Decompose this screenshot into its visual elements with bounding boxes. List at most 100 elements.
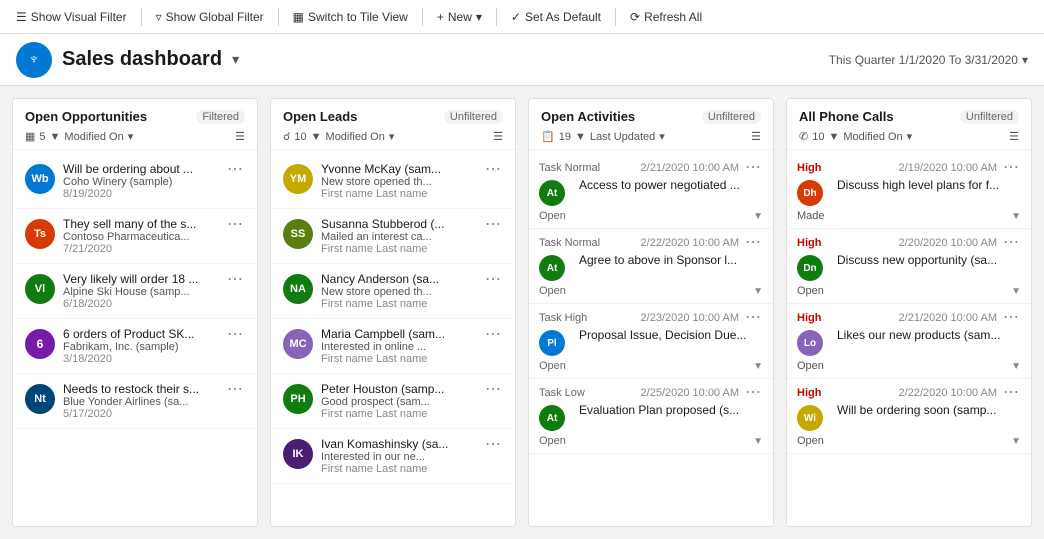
toolbar: ☰ Show Visual Filter ▿ Show Global Filte…: [0, 0, 1044, 34]
opportunity-more-4[interactable]: ⋯: [225, 327, 245, 343]
activities-sort-chevron-icon[interactable]: ▾: [659, 130, 665, 143]
activity-expand-2[interactable]: ▼: [753, 286, 763, 297]
lead-more-2[interactable]: ⋯: [483, 217, 503, 233]
opportunity-more-3[interactable]: ⋯: [225, 272, 245, 288]
lead-subtitle-6: Interested in our ne...: [321, 451, 483, 463]
title-chevron-icon[interactable]: ▾: [232, 51, 239, 68]
phonecalls-options-icon[interactable]: ☰: [1009, 130, 1019, 143]
phonecall-status-4: Open: [797, 435, 824, 447]
leads-count[interactable]: 10: [294, 131, 306, 143]
lead-subtitle-4: Interested in online ...: [321, 341, 483, 353]
new-button[interactable]: + New ▾: [429, 6, 490, 28]
lead-title-1: Yvonne McKay (sam...: [321, 162, 483, 176]
period-chevron-icon[interactable]: ▾: [1022, 53, 1028, 67]
phonecall-expand-3[interactable]: ▼: [1011, 361, 1021, 372]
show-visual-filter-label: Show Visual Filter: [31, 10, 127, 24]
set-as-default-button[interactable]: ✓ Set As Default: [503, 6, 609, 28]
phonecall-more-2[interactable]: ⋯: [1001, 235, 1021, 251]
refresh-all-button[interactable]: ⟳ Refresh All: [622, 6, 710, 28]
opportunities-options-icon[interactable]: ☰: [235, 130, 245, 143]
activities-options-icon[interactable]: ☰: [751, 130, 761, 143]
activity-title-3: Proposal Issue, Decision Due...: [579, 328, 763, 342]
leads-sort-chevron-icon[interactable]: ▾: [389, 130, 395, 143]
show-global-filter-button[interactable]: ▿ Show Global Filter: [148, 6, 272, 28]
lead-more-3[interactable]: ⋯: [483, 272, 503, 288]
opportunities-sort-chevron-icon[interactable]: ▾: [128, 130, 134, 143]
activities-count[interactable]: 19: [559, 131, 571, 143]
avatar-wb: Wb: [25, 164, 55, 194]
phonecall-status-1: Made: [797, 210, 825, 222]
activity-status-1: Open: [539, 210, 566, 222]
activity-item-4[interactable]: Task Low 2/25/2020 10:00 AM ⋯ At Evaluat…: [529, 379, 773, 454]
phonecall-more-1[interactable]: ⋯: [1001, 160, 1021, 176]
leads-options-icon[interactable]: ☰: [493, 130, 503, 143]
global-filter-icon: ▿: [156, 10, 162, 24]
activity-expand-1[interactable]: ▼: [753, 211, 763, 222]
avatar-ik: IK: [283, 439, 313, 469]
opportunity-more-1[interactable]: ⋯: [225, 162, 245, 178]
opportunity-item-1[interactable]: Wb Will be ordering about ... Coho Winer…: [13, 154, 257, 209]
lead-item-5[interactable]: PH Peter Houston (samp... Good prospect …: [271, 374, 515, 429]
switch-tile-view-button[interactable]: ▦ Switch to Tile View: [285, 6, 416, 28]
opportunity-more-2[interactable]: ⋯: [225, 217, 245, 233]
activities-status: Unfiltered: [702, 110, 761, 124]
phonecall-title-4: Will be ordering soon (samp...: [837, 403, 1021, 417]
leads-sort-label[interactable]: Modified On: [326, 131, 385, 143]
phonecall-date-1: 2/19/2020 10:00 AM: [899, 162, 997, 174]
lead-item-4[interactable]: MC Maria Campbell (sam... Interested in …: [271, 319, 515, 374]
phonecall-item-4[interactable]: High 2/22/2020 10:00 AM ⋯ Wi Will be ord…: [787, 379, 1031, 454]
phonecall-expand-4[interactable]: ▼: [1011, 436, 1021, 447]
activity-more-3[interactable]: ⋯: [743, 310, 763, 326]
phonecall-more-3[interactable]: ⋯: [1001, 310, 1021, 326]
activities-sort-label[interactable]: Last Updated: [590, 131, 655, 143]
opportunity-more-5[interactable]: ⋯: [225, 382, 245, 398]
phonecalls-sort-chevron-icon[interactable]: ▾: [907, 130, 913, 143]
phonecall-item-1[interactable]: High 2/19/2020 10:00 AM ⋯ Dh Discuss hig…: [787, 154, 1031, 229]
lead-item-3[interactable]: NA Nancy Anderson (sa... New store opene…: [271, 264, 515, 319]
lead-more-1[interactable]: ⋯: [483, 162, 503, 178]
phonecall-title-1: Discuss high level plans for f...: [837, 178, 1021, 192]
opportunities-sort-label[interactable]: Modified On: [64, 131, 123, 143]
activity-item-2[interactable]: Task Normal 2/22/2020 10:00 AM ⋯ At Agre…: [529, 229, 773, 304]
lead-more-5[interactable]: ⋯: [483, 382, 503, 398]
phonecalls-sort-arrow[interactable]: ▼: [828, 131, 839, 143]
separator-3: [422, 8, 423, 26]
activities-sort-arrow[interactable]: ▼: [575, 131, 586, 143]
lead-item-6[interactable]: IK Ivan Komashinsky (sa... Interested in…: [271, 429, 515, 484]
phonecall-item-3[interactable]: High 2/21/2020 10:00 AM ⋯ Lo Likes our n…: [787, 304, 1031, 379]
lead-item-1[interactable]: YM Yvonne McKay (sam... New store opened…: [271, 154, 515, 209]
opportunity-date-1: 8/19/2020: [63, 188, 225, 200]
activity-item-1[interactable]: Task Normal 2/21/2020 10:00 AM ⋯ At Acce…: [529, 154, 773, 229]
phonecalls-count[interactable]: 10: [812, 131, 824, 143]
opportunity-company-4: Fabrikam, Inc. (sample): [63, 341, 225, 353]
activity-more-1[interactable]: ⋯: [743, 160, 763, 176]
phonecall-avatar-4: Wi: [797, 405, 823, 431]
phonecall-expand-2[interactable]: ▼: [1011, 286, 1021, 297]
opportunities-sort-arrow[interactable]: ▼: [50, 131, 61, 143]
lead-more-4[interactable]: ⋯: [483, 327, 503, 343]
activity-more-4[interactable]: ⋯: [743, 385, 763, 401]
lead-item-2[interactable]: SS Susanna Stubberod (... Mailed an inte…: [271, 209, 515, 264]
activity-more-2[interactable]: ⋯: [743, 235, 763, 251]
phonecalls-sort-label[interactable]: Modified On: [843, 131, 902, 143]
lead-more-6[interactable]: ⋯: [483, 437, 503, 453]
activity-item-3[interactable]: Task High 2/23/2020 10:00 AM ⋯ Pl Propos…: [529, 304, 773, 379]
phonecall-status-3: Open: [797, 360, 824, 372]
activity-date-1: 2/21/2020 10:00 AM: [641, 162, 739, 174]
opportunity-item-2[interactable]: Ts They sell many of the s... Contoso Ph…: [13, 209, 257, 264]
phonecall-item-2[interactable]: High 2/20/2020 10:00 AM ⋯ Dn Discuss new…: [787, 229, 1031, 304]
show-visual-filter-button[interactable]: ☰ Show Visual Filter: [8, 6, 135, 28]
opportunity-item-3[interactable]: Vl Very likely will order 18 ... Alpine …: [13, 264, 257, 319]
activity-expand-4[interactable]: ▼: [753, 436, 763, 447]
phonecall-more-4[interactable]: ⋯: [1001, 385, 1021, 401]
opportunities-count[interactable]: 5: [39, 131, 45, 143]
phonecall-expand-1[interactable]: ▼: [1011, 211, 1021, 222]
opportunities-filter-row: ▦ 5 ▼ Modified On ▾ ☰: [25, 130, 245, 143]
activity-status-2: Open: [539, 285, 566, 297]
opportunity-item-5[interactable]: Nt Needs to restock their s... Blue Yond…: [13, 374, 257, 429]
main-content: Open Opportunities Filtered ▦ 5 ▼ Modifi…: [0, 86, 1044, 539]
show-global-filter-label: Show Global Filter: [166, 10, 264, 24]
opportunity-item-4[interactable]: 6 6 orders of Product SK... Fabrikam, In…: [13, 319, 257, 374]
activity-expand-3[interactable]: ▼: [753, 361, 763, 372]
leads-sort-arrow[interactable]: ▼: [311, 131, 322, 143]
